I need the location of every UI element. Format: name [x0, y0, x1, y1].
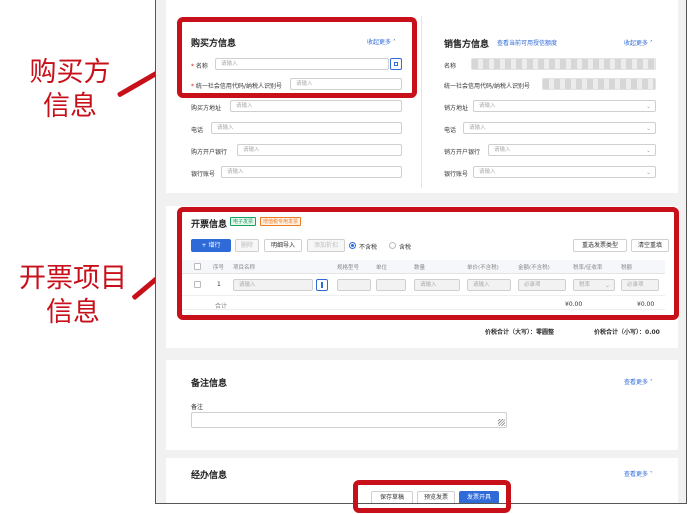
handler-more-link[interactable]: 查看更多 ˅: [624, 469, 653, 478]
buyer-address-label: 购买方地址: [191, 105, 222, 112]
seller-phone-select[interactable]: 请输入 ⌄: [463, 122, 656, 134]
buyer-bank-input[interactable]: 请输入: [237, 144, 402, 156]
buyer-bank-label: 购方开户银行: [191, 149, 228, 156]
seller-name-label: 名称: [444, 63, 457, 70]
seller-collapse-link[interactable]: 收起更多 ˄: [624, 38, 653, 47]
chevron-down-icon: ⌄: [645, 169, 651, 176]
seller-bank-select[interactable]: 请输入 ⌄: [488, 144, 656, 156]
footer-actions-highlight: [353, 480, 511, 513]
buyer-address-input[interactable]: 请输入: [230, 100, 402, 112]
remark-more-link[interactable]: 查看更多 ˅: [624, 377, 653, 386]
seller-name-field: [471, 58, 656, 70]
seller-account-select[interactable]: 请输入 ⌄: [473, 166, 656, 178]
remark-card: 备注信息 查看更多 ˅ 备注: [166, 360, 678, 450]
seller-section-title: 销售方信息: [444, 40, 490, 50]
items-info-callout: 开票项目 信息: [19, 263, 127, 328]
chevron-down-icon: ⌄: [645, 125, 651, 132]
chevron-down-icon: ⌄: [645, 103, 651, 110]
buyer-info-callout: 购买方 信息: [29, 57, 111, 122]
buyer-info-highlight: [177, 17, 417, 98]
chevron-down-icon: ⌄: [645, 147, 651, 154]
buyer-phone-input[interactable]: 请输入: [211, 122, 402, 134]
seller-bank-label: 销方开户银行: [444, 149, 481, 156]
total-upper: 价税合计（大写）：零圆整: [485, 329, 555, 336]
items-info-highlight: [177, 207, 679, 320]
handler-section-title: 经办信息: [191, 471, 228, 481]
seller-account-label: 银行账号: [444, 171, 469, 178]
resize-handle-icon[interactable]: [498, 419, 505, 426]
remark-textarea[interactable]: [191, 412, 507, 428]
seller-address-select[interactable]: 请输入 ⌄: [473, 100, 656, 112]
buyer-account-input[interactable]: 请输入: [221, 166, 402, 178]
seller-address-label: 销方地址: [444, 105, 469, 112]
seller-tax-id-label: 统一社会信用代码/纳税人识别号: [444, 83, 531, 90]
seller-quota-link[interactable]: 查看当前可用授信额度: [497, 38, 557, 47]
buyer-phone-label: 电话: [191, 127, 204, 134]
screenshot-stage: 购买方 信息 开票项目 信息 购买方信息 收起更多 ˄ * 名称 请输入 * 统…: [0, 0, 700, 514]
seller-tax-id-field: [542, 78, 656, 90]
column-divider: [421, 16, 422, 188]
total-lower: 价税合计（小写）：0.00: [594, 329, 660, 336]
buyer-account-label: 银行账号: [191, 171, 216, 178]
remark-section-title: 备注信息: [191, 379, 228, 389]
seller-phone-label: 电话: [444, 127, 457, 134]
remark-field-label: 备注: [191, 404, 204, 411]
